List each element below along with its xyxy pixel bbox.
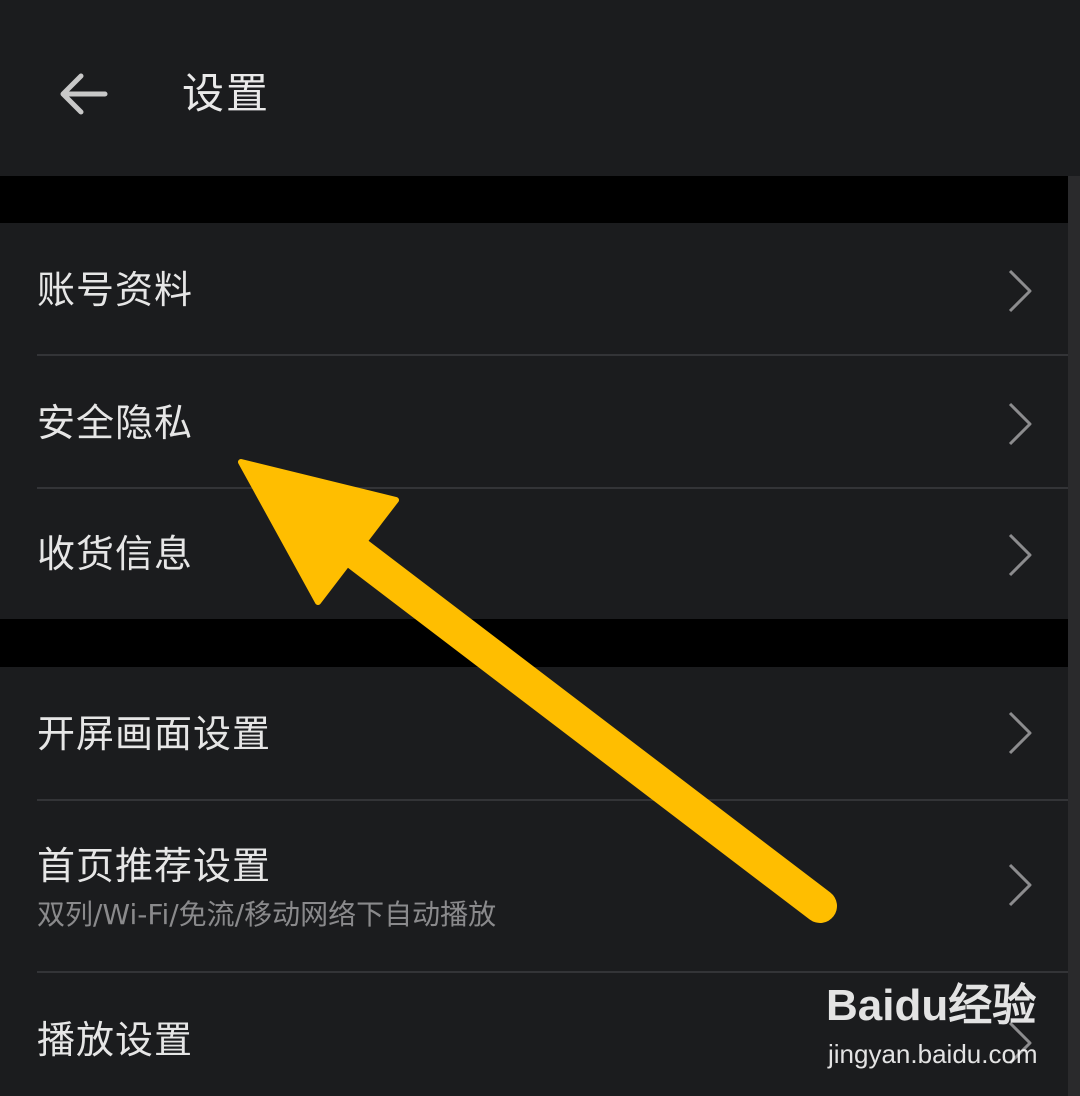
list-item-label: 账号资料 (37, 268, 194, 312)
scrollbar[interactable] (1068, 176, 1080, 1096)
list-item-home-recommend-settings[interactable]: 首页推荐设置 双列/Wi-Fi/免流/移动网络下自动播放 (0, 801, 1068, 971)
list-item-splash-screen-settings[interactable]: 开屏画面设置 (0, 667, 1068, 799)
list-item-label: 开屏画面设置 (37, 712, 272, 756)
chevron-right-icon (1008, 402, 1032, 446)
watermark-url: jingyan.baidu.com (828, 1039, 1038, 1069)
chevron-right-icon (1008, 863, 1032, 907)
arrow-left-icon (60, 73, 108, 115)
page-title: 设置 (182, 69, 271, 118)
list-item-security-privacy[interactable]: 安全隐私 (0, 356, 1068, 488)
top-app-bar: 设置 (0, 0, 1080, 176)
settings-group-account: 账号资料 安全隐私 收货信息 (0, 223, 1068, 619)
list-item-label: 安全隐私 (37, 401, 194, 445)
list-item-shipping-info[interactable]: 收货信息 (0, 489, 1068, 619)
list-item-label: 播放设置 (37, 1018, 194, 1062)
list-item-subtitle: 双列/Wi-Fi/免流/移动网络下自动播放 (37, 898, 497, 931)
back-button[interactable] (40, 54, 126, 134)
list-item-account-profile[interactable]: 账号资料 (0, 223, 1068, 355)
chevron-right-icon (1008, 711, 1032, 755)
list-item-label: 首页推荐设置 (37, 844, 272, 888)
chevron-right-icon (1008, 533, 1032, 577)
list-item-label: 收货信息 (37, 532, 194, 576)
baidu-watermark: Baidu经验 jingyan.baidu.com (826, 978, 1038, 1078)
chevron-right-icon (1008, 269, 1032, 313)
watermark-brand: Baidu经验 (826, 981, 1037, 1030)
